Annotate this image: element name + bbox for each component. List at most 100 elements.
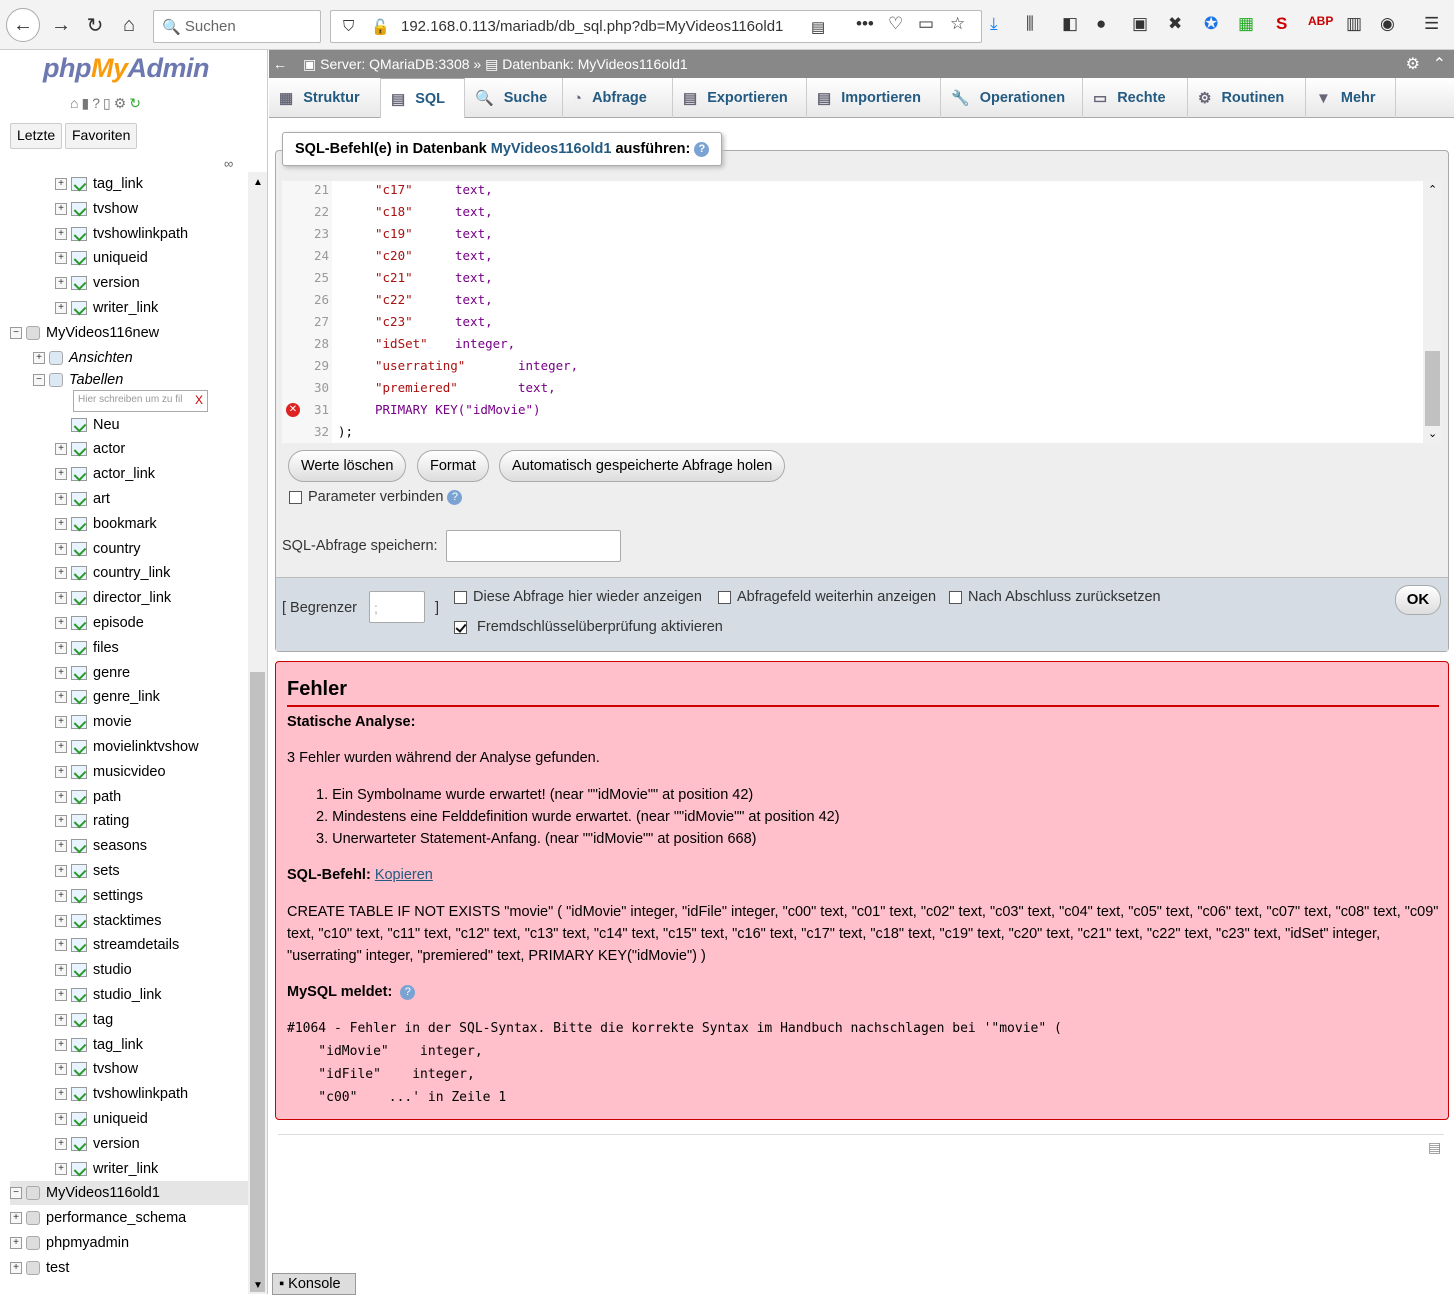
reset-after-option[interactable]: Nach Abschluss zurücksetzen <box>949 589 1161 605</box>
forward-button[interactable]: → <box>46 8 76 42</box>
tab-sql[interactable]: ▤ SQL <box>381 78 465 118</box>
sidebar-table-item[interactable]: + country <box>55 537 248 561</box>
sidebar-table-item[interactable]: + director_link <box>55 586 248 610</box>
close-x-extension-icon[interactable]: ✖ <box>1168 14 1182 34</box>
foreign-key-check-option[interactable]: Fremdschlüsselüberprüfung aktivieren <box>454 619 723 635</box>
expand-icon[interactable]: + <box>55 964 67 977</box>
reader-icon[interactable]: ▤ <box>811 18 825 36</box>
sidebar-table-item[interactable]: + files <box>55 636 248 660</box>
expand-icon[interactable]: + <box>55 252 67 265</box>
sql-editor[interactable]: 21 "c17" text, 22 "c18" text, 23 "c19" text, 24 "c… <box>282 181 1442 443</box>
sidebar-table-item[interactable]: + genre <box>55 661 248 685</box>
bookmark-page-icon[interactable]: ▤ <box>1428 1139 1441 1156</box>
tab-rechte[interactable]: ▭ Rechte <box>1083 78 1188 118</box>
favorites-button[interactable]: Favoriten <box>65 123 138 149</box>
expand-icon[interactable]: + <box>55 1137 67 1150</box>
save-query-input[interactable] <box>446 530 621 562</box>
expand-icon[interactable]: + <box>10 1236 22 1249</box>
adblock-icon[interactable]: ABP <box>1308 14 1333 28</box>
foreign-key-check-checkbox[interactable] <box>454 620 467 634</box>
tab-importieren[interactable]: ▤ Importieren <box>807 78 941 118</box>
sidebar-table-item[interactable]: + version <box>55 271 248 295</box>
show-query-again-option[interactable]: Diese Abfrage hier wieder anzeigen <box>454 589 702 605</box>
collapse-top-icon[interactable]: ⌃ <box>1433 54 1446 74</box>
tab-suche[interactable]: 🔍 Suche <box>465 78 563 118</box>
sidebar-table-item[interactable]: + tag_link <box>55 1033 248 1057</box>
delimiter-input[interactable]: ; <box>369 591 425 623</box>
sidebar-table-item[interactable]: + seasons <box>55 834 248 858</box>
expand-icon[interactable]: + <box>55 1013 67 1026</box>
expand-icon[interactable]: + <box>55 790 67 803</box>
sidebar-database-item[interactable]: + performance_schema <box>10 1206 248 1230</box>
expand-icon[interactable]: + <box>55 1088 67 1101</box>
sidebar-table-item[interactable]: + studio_link <box>55 983 248 1007</box>
extension-gray-icon[interactable]: ▥ <box>1346 14 1362 34</box>
expand-icon[interactable]: + <box>55 864 67 877</box>
sidebar-table-item[interactable]: + settings <box>55 884 248 908</box>
scroll-down-icon[interactable]: ▼ <box>253 1280 263 1291</box>
scroll-up-icon[interactable]: ⌃ <box>1428 183 1437 196</box>
reload-nav-icon[interactable]: ↻ <box>129 95 144 111</box>
help-icon[interactable]: ? <box>447 489 463 505</box>
expand-icon[interactable]: + <box>55 492 67 505</box>
sidebar-table-item[interactable]: + tvshowlinkpath <box>55 222 248 246</box>
expand-icon[interactable]: + <box>55 592 67 605</box>
expand-icon[interactable]: + <box>55 988 67 1001</box>
breadcrumb-database[interactable]: Datenbank: MyVideos116old1 <box>502 56 688 72</box>
sidebar-item[interactable]: + Ansichten <box>33 346 248 370</box>
sidebar-table-item[interactable]: + rating <box>55 809 248 833</box>
sidebar-table-item[interactable]: + writer_link <box>55 1157 248 1181</box>
sidebar-table-item[interactable]: + movie <box>55 710 248 734</box>
collapse-nav-icon[interactable]: ← <box>273 56 287 72</box>
sidebar-item[interactable]: − Tabellen <box>33 368 248 392</box>
copy-link[interactable]: Kopieren <box>375 867 433 883</box>
sidebar-table-item[interactable]: + episode <box>55 611 248 635</box>
sidebar-table-item[interactable]: + uniqueid <box>55 246 248 270</box>
expand-icon[interactable]: + <box>55 716 67 729</box>
sidebar-table-item[interactable]: + actor_link <box>55 462 248 486</box>
sidebar-table-item[interactable]: + actor <box>55 437 248 461</box>
tab-exportieren[interactable]: ▤ Exportieren <box>673 78 807 118</box>
keep-query-box-checkbox[interactable] <box>718 590 731 604</box>
expand-icon[interactable]: + <box>55 567 67 580</box>
expand-icon[interactable]: − <box>33 373 45 386</box>
console-toggle[interactable]: ▪ Konsole <box>272 1273 356 1295</box>
scroll-up-icon[interactable]: ▲ <box>253 177 263 188</box>
sidebar-table-item[interactable]: + genre_link <box>55 685 248 709</box>
expand-icon[interactable]: + <box>55 1112 67 1125</box>
url-bar[interactable]: ⛉ 🔓 192.168.0.113/mariadb/db_sql.php?db=… <box>330 10 982 43</box>
recent-button[interactable]: Letzte <box>10 123 63 149</box>
bind-parameters-checkbox[interactable] <box>289 490 302 504</box>
browser-search-input[interactable]: 🔍 Suchen <box>153 10 321 43</box>
reset-after-checkbox[interactable] <box>949 590 962 604</box>
sidebar-table-item[interactable]: + path <box>55 785 248 809</box>
sidebar-database-item[interactable]: − MyVideos116old1 <box>10 1181 248 1206</box>
clear-filter-icon[interactable]: X <box>195 393 203 407</box>
expand-icon[interactable]: + <box>55 202 67 215</box>
bookmark-star-icon[interactable]: ☆ <box>950 14 965 34</box>
extension-s-icon[interactable]: S <box>1276 14 1287 34</box>
bind-parameters-option[interactable]: Parameter verbinden ? <box>289 489 463 505</box>
screenshot-icon[interactable]: ▭ <box>918 14 934 34</box>
sidebar-database-item[interactable]: + phpmyadmin <box>10 1231 248 1255</box>
expand-icon[interactable]: + <box>33 351 45 364</box>
expand-icon[interactable]: + <box>55 616 67 629</box>
expand-icon[interactable]: + <box>55 740 67 753</box>
settings-icon[interactable]: ⚙ <box>114 95 130 111</box>
more-icon[interactable]: ••• <box>856 14 874 34</box>
expand-icon[interactable]: + <box>55 517 67 530</box>
sidebar-table-item[interactable]: + writer_link <box>55 296 248 320</box>
sidebar-table-item[interactable]: + movielinktvshow <box>55 735 248 759</box>
expand-icon[interactable]: + <box>10 1212 22 1225</box>
sidebar-table-item[interactable]: + streamdetails <box>55 933 248 957</box>
editor-scroll-thumb[interactable] <box>1425 351 1440 426</box>
home-button[interactable]: ⌂ <box>114 8 144 42</box>
logout-icon[interactable]: ▮ <box>81 95 92 111</box>
clear-button[interactable]: Werte löschen <box>288 450 407 482</box>
format-button[interactable]: Format <box>417 450 489 482</box>
tab-struktur[interactable]: ▦ Struktur <box>269 78 381 118</box>
sidebar-table-item[interactable]: + version <box>55 1132 248 1156</box>
sidebar-table-item[interactable]: + bookmark <box>55 512 248 536</box>
scroll-thumb[interactable] <box>250 672 265 1292</box>
sidebar-table-item[interactable]: + studio <box>55 958 248 982</box>
